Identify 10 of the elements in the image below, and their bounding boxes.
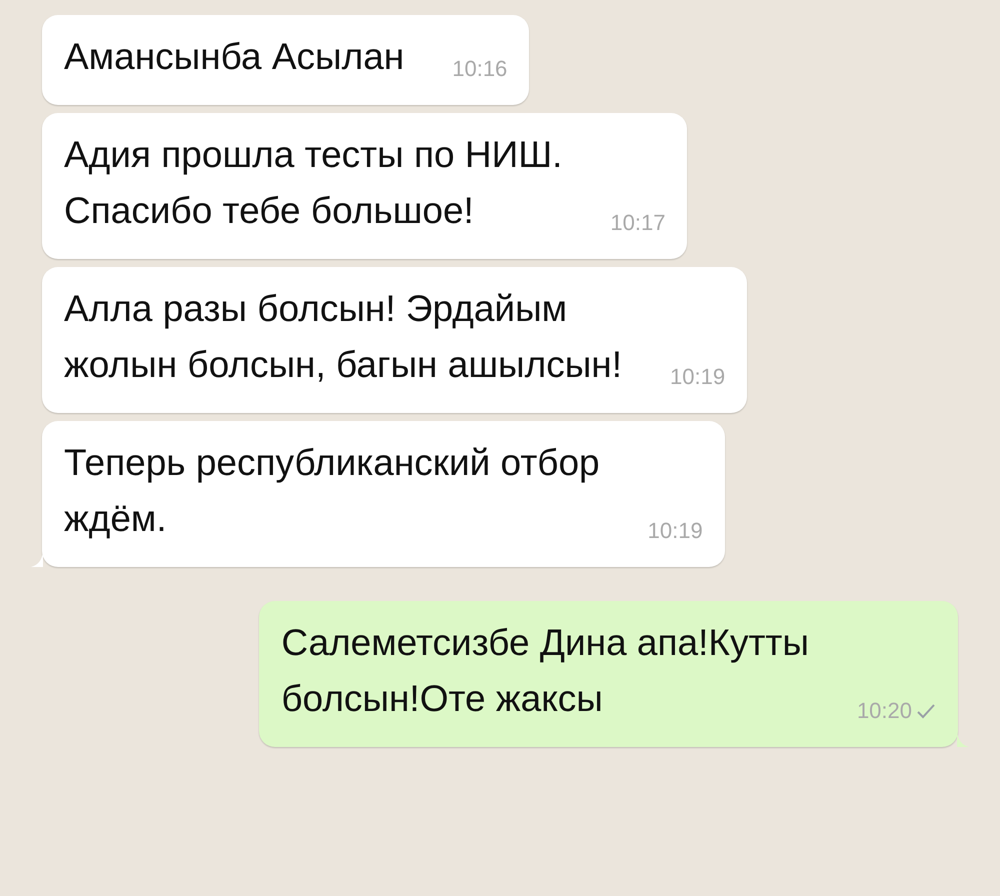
message-time: 10:19 [670, 363, 726, 391]
message-time: 10:17 [610, 209, 666, 237]
message-time: 10:16 [452, 55, 508, 83]
message-text: Амансынба Асылан [64, 35, 404, 79]
message-text: Салеметсизбе Дина апа!Кутты болсын!Оте жаксы [281, 621, 809, 721]
message-text: Адия прошла тесты по НИШ. Спасибо тебе большое! [64, 133, 562, 233]
message-text: Теперь республиканский отбор ждём. [64, 441, 600, 541]
message-time: 10:19 [648, 517, 703, 545]
message-text: Алла разы болсын! Эрдайым жолын болсын, багын ашылсын! [64, 287, 622, 387]
message-time: 10:20 [856, 697, 912, 725]
